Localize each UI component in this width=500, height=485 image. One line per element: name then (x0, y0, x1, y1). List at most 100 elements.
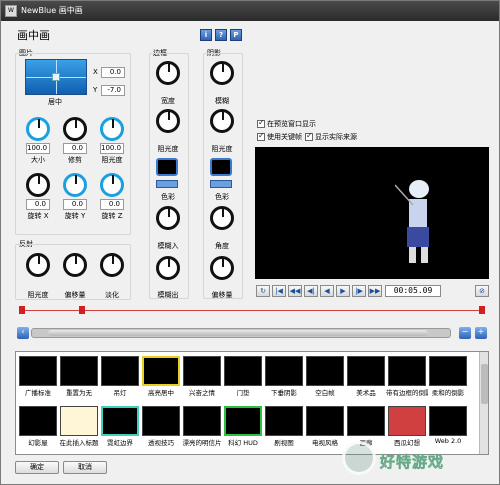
presets-scroll-thumb[interactable] (481, 364, 488, 404)
watermark-text: 好特游戏 (380, 453, 445, 472)
preset-item[interactable]: 漂亮的明信片 (182, 406, 222, 454)
add-keyframe-button[interactable]: + (475, 327, 487, 339)
rotate-z-label: 旋转 Z (101, 212, 123, 220)
y-field[interactable]: -7.0 (101, 85, 125, 96)
preset-item[interactable]: 吊灯 (101, 356, 139, 404)
step-forward-button[interactable]: |▶ (352, 285, 366, 297)
loop-button[interactable]: ↻ (256, 285, 270, 297)
use-keyframes-checkbox[interactable] (257, 131, 265, 141)
fast-forward-button[interactable]: ▶▶ (368, 285, 382, 297)
x-field[interactable]: 0.0 (101, 67, 125, 78)
preset-item[interactable]: 柔和的倒影 (429, 356, 467, 404)
preset-label: 透视技巧 (148, 439, 174, 447)
show-actual-source-checkbox[interactable] (305, 131, 313, 141)
preset-thumbnail (265, 406, 303, 436)
rotate-y-knob[interactable] (63, 173, 87, 197)
preset-item[interactable]: 透视技巧 (142, 406, 180, 454)
keyframe-timeline[interactable] (15, 304, 489, 316)
info-button[interactable]: i (200, 29, 212, 41)
preset-item[interactable]: 高亮居中 (142, 356, 180, 404)
keyframe-marker[interactable] (19, 306, 25, 314)
preset-item[interactable]: 带有边框的倒影 (386, 356, 428, 404)
preset-button[interactable]: P (230, 29, 242, 41)
rewind-button[interactable]: ◀◀ (288, 285, 302, 297)
prev-keyframe-button[interactable]: ‹ (17, 327, 29, 339)
shadow-opacity-knob[interactable] (210, 109, 234, 133)
timeline-scrollbar[interactable] (31, 328, 451, 338)
show-in-preview-label: 在预览窗口显示 (267, 120, 316, 128)
settings-icon[interactable]: ⊘ (475, 285, 489, 297)
preset-item[interactable]: 空白帧 (306, 356, 344, 404)
opacity-knob[interactable] (100, 117, 124, 141)
position-handle[interactable] (52, 73, 60, 81)
shadow-offset-knob[interactable] (210, 256, 234, 280)
size-field[interactable]: 100.0 (26, 143, 50, 154)
rotate-z-knob[interactable] (100, 173, 124, 197)
show-in-preview-checkbox[interactable] (257, 118, 265, 128)
rotate-z-field[interactable]: 0.0 (100, 199, 124, 210)
preset-item[interactable]: 科幻 HUD (224, 406, 262, 454)
shadow-color-swatch[interactable] (210, 158, 232, 176)
preset-label: 漂亮的明信片 (182, 439, 222, 447)
rotate-y-field[interactable]: 0.0 (63, 199, 87, 210)
preset-thumbnail (19, 406, 57, 436)
shadow-blur-knob[interactable] (210, 61, 234, 85)
rotate-x-field[interactable]: 0.0 (26, 199, 50, 210)
cancel-button[interactable]: 取消 (63, 461, 107, 474)
border-color-picker-button[interactable] (156, 180, 178, 188)
keyframe-marker[interactable] (79, 306, 85, 314)
preset-thumbnail (347, 356, 385, 386)
preset-item[interactable]: 下垂阴影 (265, 356, 303, 404)
title-bar: W NewBlue 画中画 (1, 1, 499, 21)
size-knob[interactable] (26, 117, 50, 141)
preset-item[interactable]: 重置为无 (60, 356, 98, 404)
reflection-fade-knob[interactable] (100, 253, 124, 277)
border-opacity-label: 阻光度 (157, 145, 179, 153)
shadow-color-picker-button[interactable] (210, 180, 232, 188)
keyframe-marker[interactable] (479, 306, 485, 314)
preset-item[interactable]: 在此插入标题 (60, 406, 99, 454)
play-reverse-button[interactable]: ◀ (320, 285, 334, 297)
border-blur-in-knob[interactable] (156, 206, 180, 230)
reflection-opacity-needle (38, 255, 40, 264)
preset-thumbnail (183, 356, 221, 386)
help-button[interactable]: ? (215, 29, 227, 41)
position-pad[interactable] (25, 59, 87, 95)
preset-label: 门垫 (236, 389, 250, 397)
preset-thumbnail (388, 406, 426, 436)
play-button[interactable]: ▶ (336, 285, 350, 297)
border-color-swatch[interactable] (156, 158, 178, 176)
ok-button[interactable]: 确定 (15, 461, 59, 474)
go-to-start-button[interactable]: |◀ (272, 285, 286, 297)
show-actual-source-option[interactable]: 显示实际来源 (305, 131, 357, 142)
border-opacity-knob[interactable] (156, 109, 180, 133)
preset-item[interactable]: 幻影屋 (19, 406, 57, 454)
preset-item[interactable]: 剧视图 (265, 406, 303, 454)
shadow-angle-knob[interactable] (210, 206, 234, 230)
timeline-scroll-thumb[interactable] (48, 330, 428, 336)
reflection-offset-knob[interactable] (63, 253, 87, 277)
reflection-opacity-knob[interactable] (26, 253, 50, 277)
border-width-knob[interactable] (156, 61, 180, 85)
size-label: 大小 (31, 156, 45, 164)
crop-knob[interactable] (63, 117, 87, 141)
rotate-x-knob[interactable] (26, 173, 50, 197)
use-keyframes-option[interactable]: 使用关键帧 (257, 131, 302, 142)
shadow-blur-needle (222, 63, 224, 72)
preset-item[interactable]: 门垫 (224, 356, 262, 404)
preset-item[interactable]: 霓虹边界 (101, 406, 139, 454)
show-in-preview-option[interactable]: 在预览窗口显示 (257, 118, 316, 129)
reflection-fade-label: 淡化 (105, 291, 119, 299)
preset-thumbnail (388, 356, 426, 386)
border-blur-out-knob[interactable] (156, 256, 180, 280)
preset-thumbnail (429, 406, 467, 436)
preset-item[interactable]: 广播标准 (19, 356, 57, 404)
preset-item[interactable]: 兴奋之情 (183, 356, 221, 404)
preset-item[interactable]: 美术品 (347, 356, 385, 404)
remove-keyframe-button[interactable]: − (459, 327, 471, 339)
opacity-label: 阻光度 (101, 156, 123, 164)
step-back-button[interactable]: ◀| (304, 285, 318, 297)
crop-field[interactable]: 0.0 (63, 143, 87, 154)
opacity-field[interactable]: 100.0 (100, 143, 124, 154)
use-keyframes-label: 使用关键帧 (267, 133, 302, 141)
